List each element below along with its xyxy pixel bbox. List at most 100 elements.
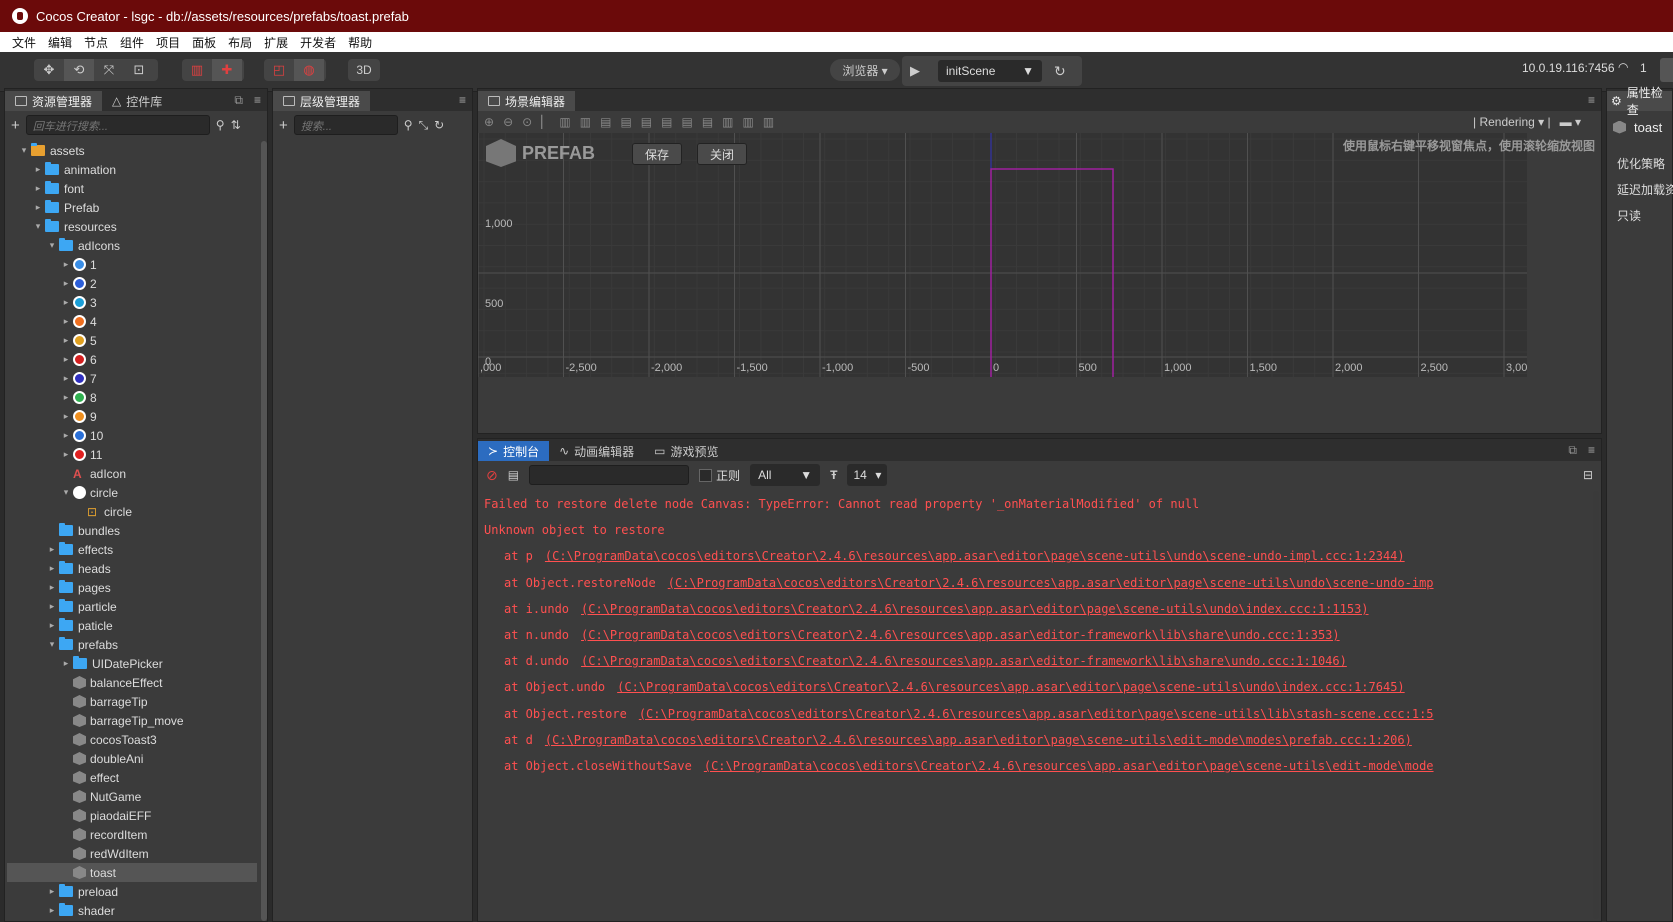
popout-icon[interactable]: ⧉	[234, 93, 243, 108]
stack-trace-link[interactable]: (C:\ProgramData\cocos\editors\Creator\2.…	[581, 628, 1340, 642]
asset-tree-item[interactable]: ▸ animation	[7, 160, 257, 179]
menu-item-8[interactable]: 开发者	[294, 34, 342, 51]
stack-trace-link[interactable]: (C:\ProgramData\cocos\editors\Creator\2.…	[581, 602, 1368, 616]
stack-trace-link[interactable]: (C:\ProgramData\cocos\editors\Creator\2.…	[668, 576, 1434, 590]
assets-scrollbar[interactable]	[261, 141, 267, 921]
expand-arrow-icon[interactable]: ▸	[59, 335, 73, 346]
search-icon[interactable]: ⚲	[404, 118, 413, 132]
local-icon[interactable]: ✚	[212, 59, 242, 81]
distribute-left-icon[interactable]: ▥	[722, 115, 733, 129]
log-level-select[interactable]: All ▼	[750, 464, 821, 486]
asset-tree-item[interactable]: ▸ 9	[7, 407, 257, 426]
asset-tree-item[interactable]: ▸ 10	[7, 426, 257, 445]
expand-arrow-icon[interactable]: ▸	[59, 411, 73, 422]
zoom-reset-icon[interactable]: ⊙	[522, 115, 532, 129]
asset-tree-item[interactable]: ▸ pages	[7, 578, 257, 597]
asset-tree-item[interactable]: ▸ 7	[7, 369, 257, 388]
expand-arrow-icon[interactable]: ▸	[45, 601, 59, 612]
collapse-icon[interactable]: ⤡	[419, 118, 429, 133]
asset-tree-item[interactable]: ▸ 5	[7, 331, 257, 350]
browser-select[interactable]: 浏览器 ▾	[830, 59, 900, 81]
stack-trace-link[interactable]: (C:\ProgramData\cocos\editors\Creator\2.…	[617, 680, 1404, 694]
expand-arrow-icon[interactable]: ▸	[45, 905, 59, 916]
menu-item-2[interactable]: 节点	[78, 34, 114, 51]
align-right-icon[interactable]: ▥	[580, 115, 591, 129]
add-node-icon[interactable]: +	[279, 117, 288, 134]
tab-animation[interactable]: ∿ 动画编辑器	[549, 441, 644, 461]
zoom-out-icon[interactable]: ⊖	[503, 115, 513, 129]
asset-tree-item[interactable]: barrageTip_move	[7, 711, 257, 730]
asset-tree-item[interactable]: barrageTip	[7, 692, 257, 711]
save-button[interactable]: 保存	[632, 143, 683, 165]
rendering-select[interactable]: | Rendering ▾ |	[1473, 115, 1551, 129]
expand-arrow-icon[interactable]: ▸	[45, 620, 59, 631]
panel-menu-icon[interactable]: ≡	[1588, 93, 1595, 107]
expand-arrow-icon[interactable]: ▸	[59, 449, 73, 460]
asset-tree-item[interactable]: balanceEffect	[7, 673, 257, 692]
expand-arrow-icon[interactable]: ▸	[59, 658, 73, 669]
align-bottom-icon[interactable]: ▤	[641, 115, 652, 129]
asset-tree-item[interactable]: ▸ font	[7, 179, 257, 198]
pivot-icon[interactable]: ▥	[182, 59, 212, 81]
add-asset-icon[interactable]: +	[11, 117, 20, 134]
font-size-select[interactable]: 14 ▾	[847, 464, 888, 486]
align-vcenter-icon[interactable]: ▤	[620, 115, 631, 129]
asset-tree-item[interactable]: ▸ heads	[7, 559, 257, 578]
rotate-tool-icon[interactable]: ⟲	[64, 59, 94, 81]
align-hcenter-icon[interactable]: ▥	[559, 115, 570, 129]
stack-trace-link[interactable]: (C:\ProgramData\cocos\editors\Creator\2.…	[545, 549, 1405, 563]
asset-tree-item[interactable]: cocosToast3	[7, 730, 257, 749]
asset-tree-item[interactable]: NutGame	[7, 787, 257, 806]
asset-tree-item[interactable]: ▸ 11	[7, 445, 257, 464]
camera-select-icon[interactable]: ▬ ▾	[1560, 115, 1581, 129]
align-top-icon[interactable]: ▤	[600, 115, 611, 129]
distribute-bottom-icon[interactable]: ▤	[702, 115, 713, 129]
menu-item-6[interactable]: 布局	[222, 34, 258, 51]
refresh-icon[interactable]: ↻	[1054, 60, 1066, 82]
menu-item-5[interactable]: 面板	[186, 34, 222, 51]
asset-tree-item[interactable]: redWdItem	[7, 844, 257, 863]
grid-snap-icon[interactable]: ◍	[294, 59, 324, 81]
distribute-vcenter-icon[interactable]: ▤	[681, 115, 692, 129]
play-icon[interactable]: ▶	[910, 60, 930, 82]
asset-tree-item[interactable]: ▾ prefabs	[7, 635, 257, 654]
tab-preview[interactable]: ▭ 游戏预览	[644, 441, 728, 461]
menu-item-0[interactable]: 文件	[6, 34, 42, 51]
console-scrollbar[interactable]	[1593, 491, 1599, 919]
asset-tree-item[interactable]: ▾ assets	[7, 141, 257, 160]
asset-tree-item[interactable]: bundles	[7, 521, 257, 540]
menu-item-3[interactable]: 组件	[114, 34, 150, 51]
distribute-right-icon[interactable]: ▥	[763, 115, 774, 129]
tab-console[interactable]: ≻ 控制台	[478, 441, 550, 461]
toolbar-overflow-button[interactable]	[1660, 58, 1673, 82]
snap-icon[interactable]: ◰	[264, 59, 294, 81]
asset-tree-item[interactable]: ▸ particle	[7, 597, 257, 616]
expand-arrow-icon[interactable]: ▾	[45, 240, 59, 251]
refresh-icon[interactable]: ↻	[434, 118, 444, 132]
asset-tree-item[interactable]: ▸ 2	[7, 274, 257, 293]
rect-tool-icon[interactable]: ⊡	[124, 59, 154, 81]
tab-inspector[interactable]: ⚙ 属性检查	[1607, 86, 1672, 117]
expand-arrow-icon[interactable]: ▾	[59, 487, 73, 498]
sort-icon[interactable]: ⇅	[231, 118, 241, 132]
asset-tree-item[interactable]: ▾ adIcons	[7, 236, 257, 255]
asset-tree-item[interactable]: ▾ resources	[7, 217, 257, 236]
expand-arrow-icon[interactable]: ▸	[31, 202, 45, 213]
stack-trace-link[interactable]: (C:\ProgramData\cocos\editors\Creator\2.…	[545, 733, 1412, 747]
asset-tree-item[interactable]: ▸ 8	[7, 388, 257, 407]
expand-arrow-icon[interactable]: ▸	[59, 259, 73, 270]
panel-menu-icon[interactable]: ≡	[254, 93, 261, 107]
expand-arrow-icon[interactable]: ▸	[31, 164, 45, 175]
distribute-hcenter-icon[interactable]: ▥	[743, 115, 754, 129]
expand-arrow-icon[interactable]: ▸	[59, 392, 73, 403]
collapse-console-icon[interactable]: ⊟	[1583, 468, 1593, 482]
popout-icon[interactable]: ⧉	[1568, 443, 1577, 458]
align-left-icon[interactable]: ▏	[541, 115, 550, 129]
close-button[interactable]: 关闭	[697, 143, 748, 165]
menu-item-1[interactable]: 编辑	[42, 34, 78, 51]
expand-arrow-icon[interactable]: ▸	[59, 354, 73, 365]
console-filter-input[interactable]	[529, 465, 690, 485]
expand-arrow-icon[interactable]: ▸	[45, 886, 59, 897]
expand-arrow-icon[interactable]: ▸	[45, 582, 59, 593]
expand-arrow-icon[interactable]: ▸	[45, 563, 59, 574]
